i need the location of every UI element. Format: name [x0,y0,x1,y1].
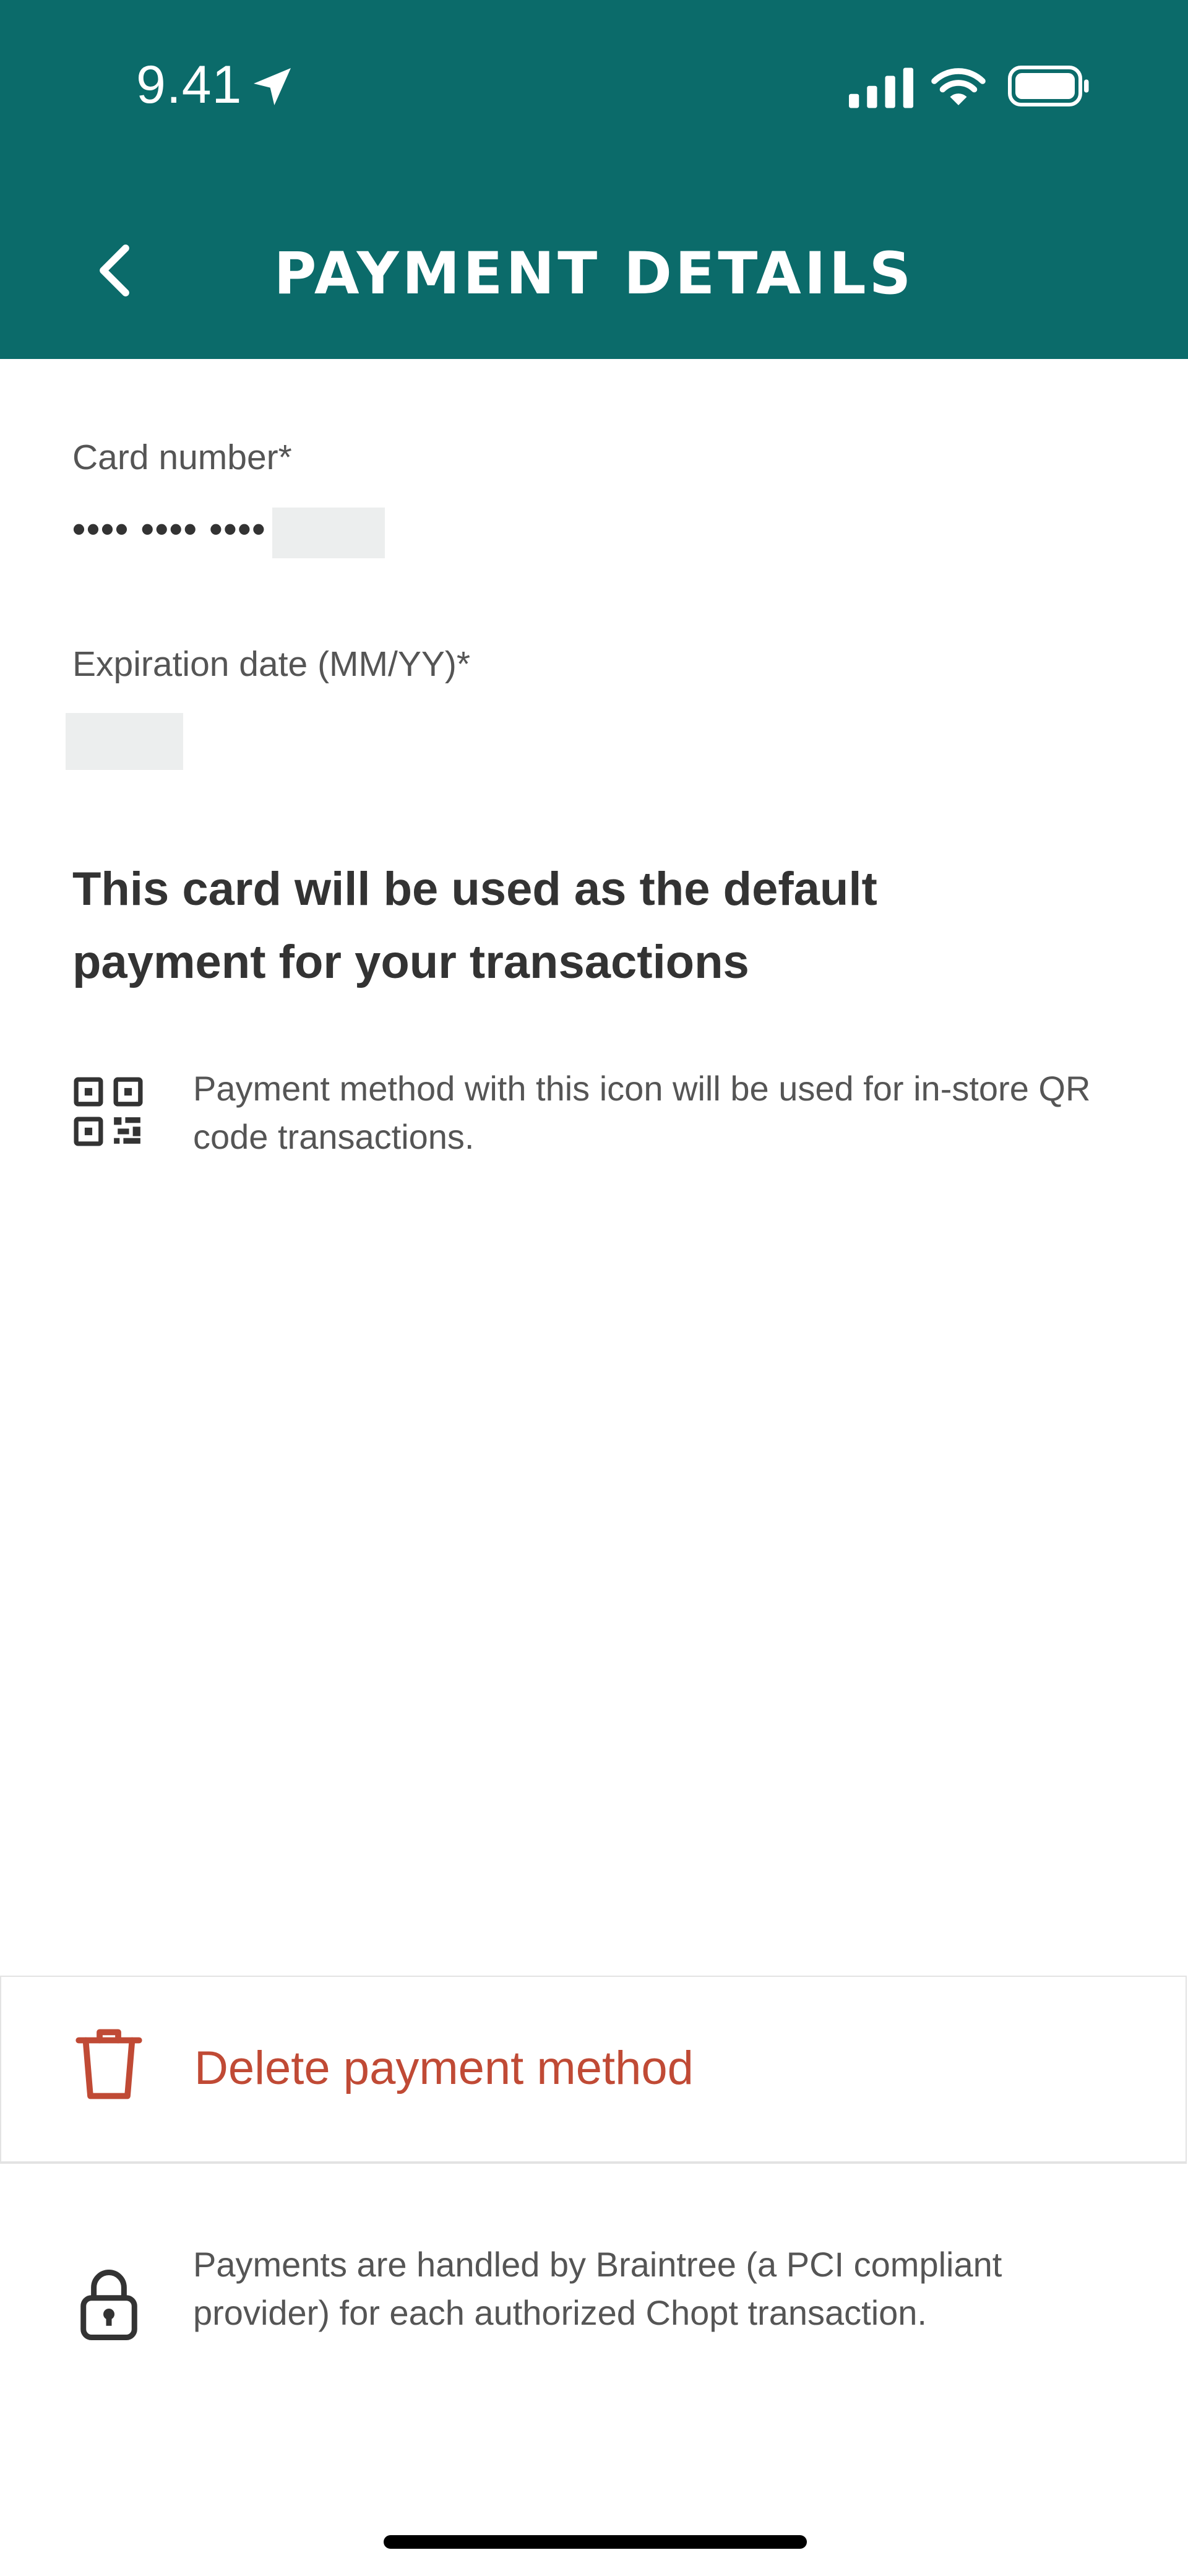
qr-code-icon [74,1077,143,1146]
qr-info-text: Payment method with this icon will be us… [193,1069,1091,1156]
card-number-label: Card number* [72,438,292,477]
location-arrow-icon [254,68,291,105]
security-note: Payments are handled by Braintree (a PCI… [193,2245,1002,2332]
home-indicator [384,2535,807,2549]
status-time: 9.41 [136,55,243,115]
trash-icon [75,2029,142,2099]
delete-payment-method-button[interactable]: Delete payment method [0,1976,1187,2164]
lock-icon [80,2270,137,2340]
wifi-icon [931,68,986,105]
card-number-field[interactable]: •••• •••• •••• [72,508,266,550]
page-title: PAYMENT DETAILS [273,240,915,308]
delete-payment-method-label: Delete payment method [194,2042,694,2094]
card-number-redacted [272,508,385,558]
battery-icon [1008,66,1089,106]
cellular-signal-icon [849,67,913,108]
expiration-label: Expiration date (MM/YY)* [72,644,471,684]
expiration-field[interactable] [66,713,183,770]
app-header: 9.41 PAYMENT DETAILS [0,0,1188,359]
default-payment-note: This card will be used as the default pa… [72,863,877,988]
